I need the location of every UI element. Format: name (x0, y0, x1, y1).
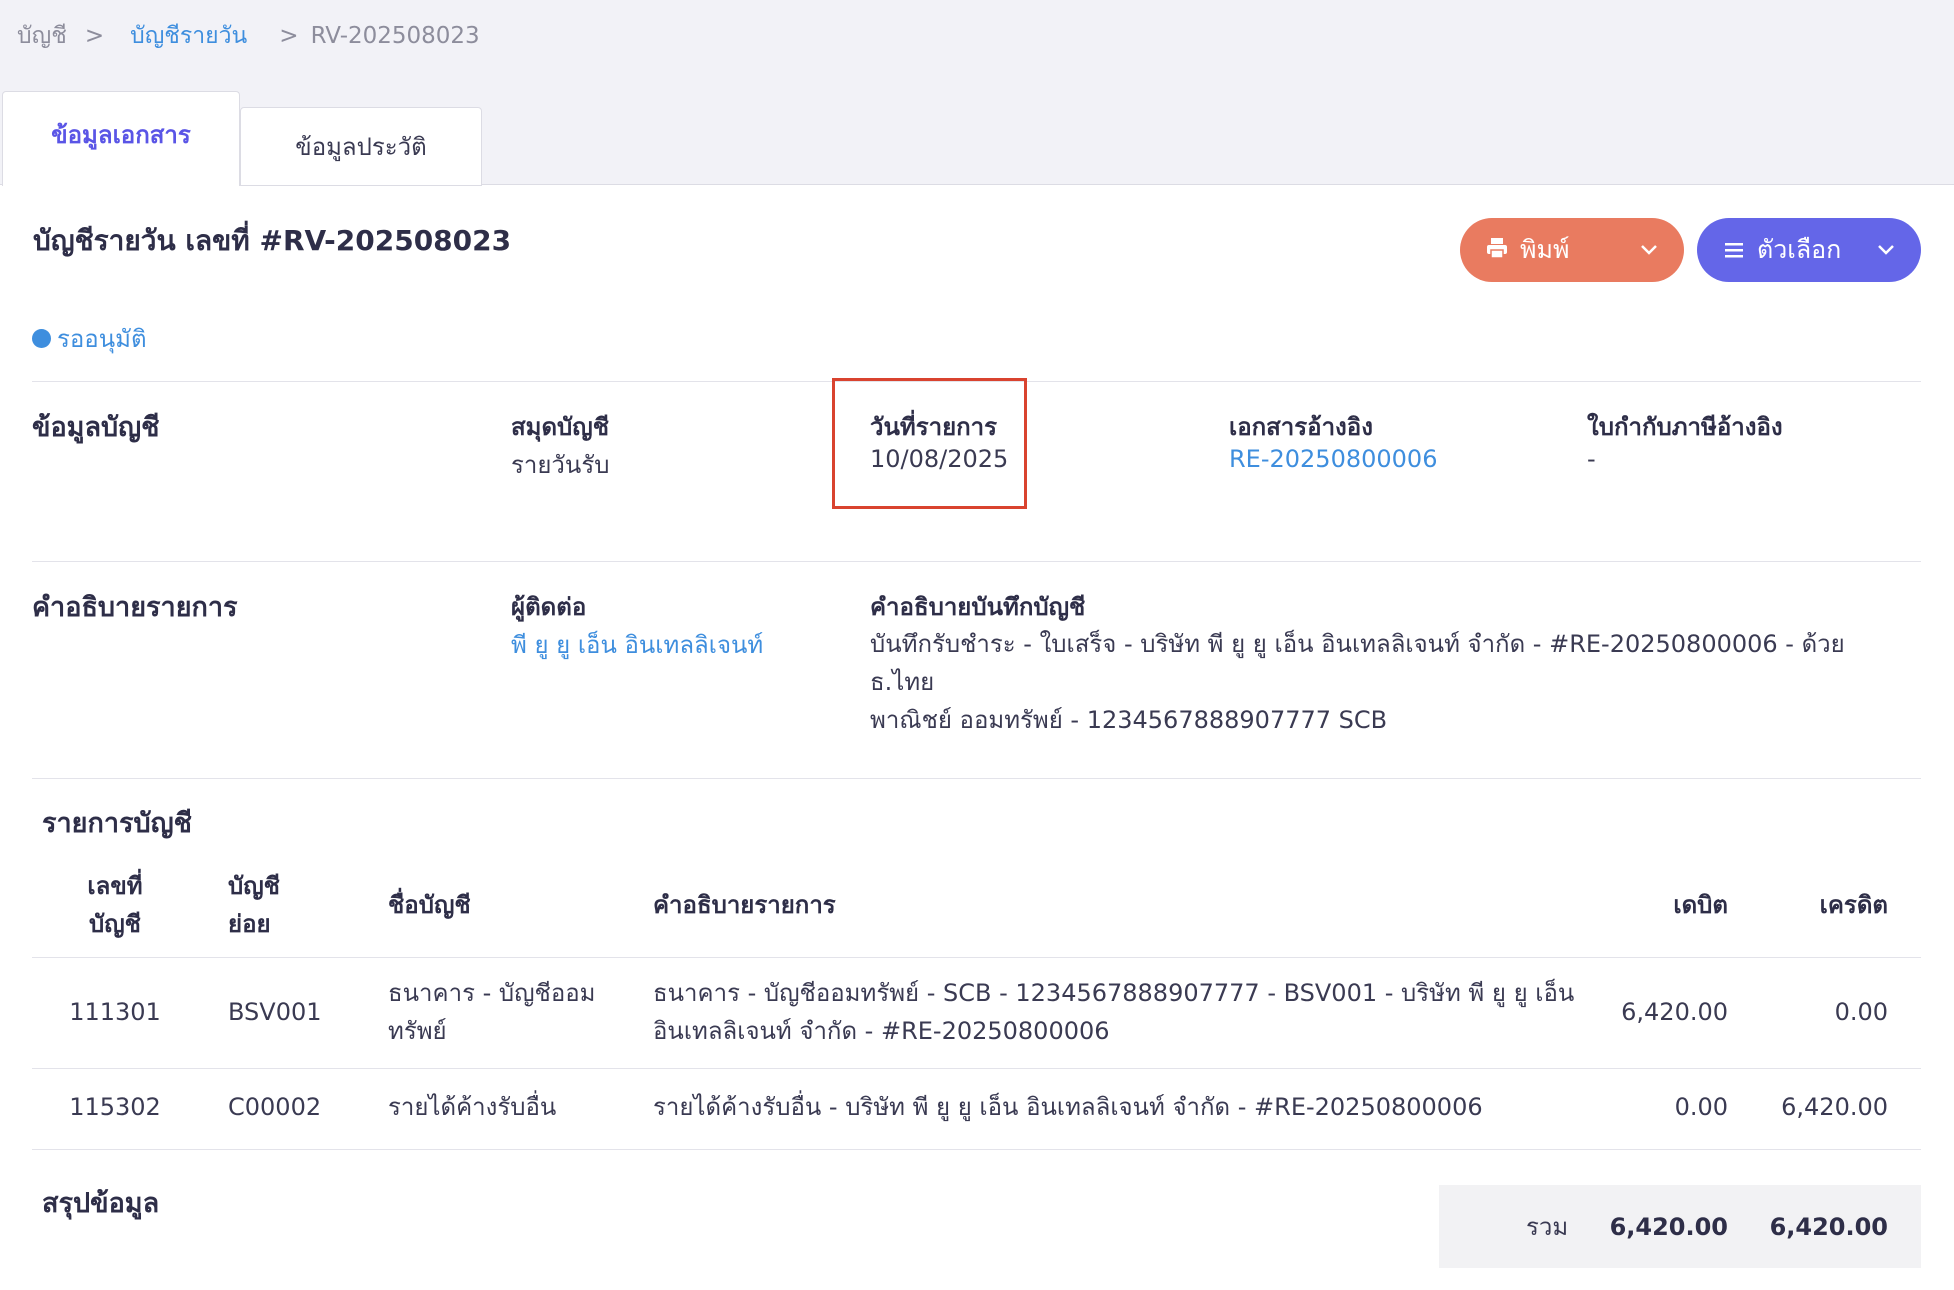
col-debit: เดบิต (1673, 891, 1728, 919)
cell-account-no: 111301 (69, 998, 161, 1026)
document-card: บัญชีรายวัน เลขที่ #RV-202508023 พิมพ์ ต… (0, 184, 1954, 1290)
journal-label: สมุดบัญชี (511, 413, 610, 441)
menu-icon (1723, 236, 1745, 265)
cell-account-no: 115302 (69, 1093, 161, 1121)
cell-credit: 0.00 (1834, 998, 1888, 1026)
print-label: พิมพ์ (1520, 235, 1570, 264)
cell-sub-account: C00002 (228, 1093, 322, 1121)
cell-line: ธนาคาร - บัญชีออม (388, 979, 596, 1007)
cell-description: รายได้ค้างรับอื่น - บริษัท พี ยู ยู เอ็น… (653, 1093, 1483, 1121)
cell-line: อินเทลลิเจนท์ จำกัด - #RE-20250800006 (653, 1017, 1110, 1045)
breadcrumb-root[interactable]: บัญชี (17, 18, 67, 54)
col-header-line: ย่อย (228, 910, 271, 938)
divider (32, 957, 1921, 958)
entries-title: รายการบัญชี (42, 808, 192, 839)
cell-sub-account: BSV001 (228, 998, 322, 1026)
options-label: ตัวเลือก (1757, 235, 1842, 264)
total-credit: 6,420.00 (1769, 1213, 1888, 1241)
note-label: คำอธิบายบันทึกบัญชี (870, 593, 1086, 621)
account-info-title: ข้อมูลบัญชี (32, 412, 160, 443)
cell-debit: 0.00 (1674, 1093, 1728, 1121)
cell-account-name: ธนาคาร - บัญชีออม ทรัพย์ (388, 974, 596, 1050)
contact-link[interactable]: พี ยู ยู เอ็น อินเทลลิเจนท์ (511, 625, 763, 664)
ref-doc-label: เอกสารอ้างอิง (1229, 413, 1373, 441)
col-description: คำอธิบายรายการ (653, 891, 836, 919)
col-sub-account: บัญชี ย่อย (228, 867, 280, 943)
breadcrumb-separator: > (84, 23, 105, 49)
description-title: คำอธิบายรายการ (32, 592, 238, 623)
divider (32, 1068, 1921, 1069)
summary-title: สรุปข้อมูล (42, 1188, 160, 1219)
note-line: พาณิชย์ ออมทรัพย์ - 1234567888907777 SCB (870, 706, 1388, 734)
divider (32, 561, 1921, 562)
breadcrumb-parent[interactable]: บัญชีรายวัน (130, 18, 247, 54)
contact-label: ผู้ติดต่อ (511, 593, 587, 621)
tab-label: ข้อมูลประวัติ (295, 133, 427, 161)
printer-icon (1486, 236, 1508, 265)
options-button[interactable]: ตัวเลือก (1697, 218, 1921, 282)
breadcrumb-separator: > (279, 23, 299, 49)
total-debit: 6,420.00 (1609, 1213, 1728, 1241)
col-header-line: บัญชี (228, 872, 280, 900)
status-badge: รออนุมัติ (32, 319, 147, 358)
page-title: บัญชีรายวัน เลขที่ #RV-202508023 (33, 224, 512, 257)
col-account-name: ชื่อบัญชี (388, 891, 471, 919)
tab-document-info[interactable]: ข้อมูลเอกสาร (2, 91, 240, 186)
col-credit: เครดิต (1819, 891, 1888, 919)
divider (32, 778, 1921, 779)
cell-description: ธนาคาร - บัญชีออมทรัพย์ - SCB - 12345678… (653, 974, 1574, 1050)
print-button[interactable]: พิมพ์ (1460, 218, 1684, 282)
journal-value: รายวันรับ (511, 451, 610, 479)
col-header-line: เลขที่ (87, 872, 143, 900)
note-line: บันทึกรับชำระ - ใบเสร็จ - บริษัท พี ยู ย… (870, 630, 1845, 696)
tax-invoice-value: - (1587, 445, 1596, 473)
note-text: บันทึกรับชำระ - ใบเสร็จ - บริษัท พี ยู ย… (870, 625, 1910, 739)
ref-doc-link[interactable]: RE-20250800006 (1229, 445, 1437, 473)
breadcrumb: บัญชี > บัญชีรายวัน > RV-202508023 (17, 18, 480, 54)
tab-history-info[interactable]: ข้อมูลประวัติ (240, 107, 482, 186)
cell-credit: 6,420.00 (1781, 1093, 1888, 1121)
status-text: รออนุมัติ (57, 325, 147, 353)
cell-account-name: รายได้ค้างรับอื่น (388, 1093, 557, 1121)
tab-label: ข้อมูลเอกสาร (51, 120, 191, 149)
divider (32, 1149, 1921, 1150)
col-header-line: บัญชี (89, 910, 141, 938)
chevron-down-icon[interactable] (1877, 240, 1895, 261)
col-account-no: เลขที่ บัญชี (60, 867, 170, 943)
cell-line: ทรัพย์ (388, 1017, 447, 1045)
breadcrumb-current: RV-202508023 (310, 23, 480, 49)
cell-line: ธนาคาร - บัญชีออมทรัพย์ - SCB - 12345678… (653, 979, 1575, 1007)
highlight-box (832, 378, 1027, 509)
chevron-down-icon[interactable] (1640, 240, 1658, 261)
status-dot (32, 329, 51, 348)
tax-invoice-label: ใบกำกับภาษีอ้างอิง (1587, 413, 1783, 441)
cell-debit: 6,420.00 (1621, 998, 1728, 1026)
